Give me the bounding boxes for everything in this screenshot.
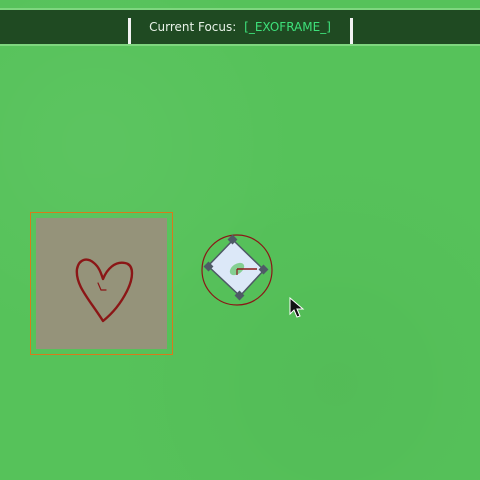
focus-value: [_EXOFRAME_] (244, 20, 331, 34)
diamond-node-icon (201, 234, 273, 306)
focus-label: Current Focus: (149, 20, 237, 34)
selected-token[interactable] (200, 232, 276, 308)
pointer-cursor-icon (289, 297, 305, 318)
heart-card[interactable] (30, 212, 173, 355)
heart-icon (75, 258, 134, 323)
focus-status: Current Focus: [_EXOFRAME_] (0, 20, 480, 34)
focus-header: Current Focus: [_EXOFRAME_] (0, 8, 480, 46)
